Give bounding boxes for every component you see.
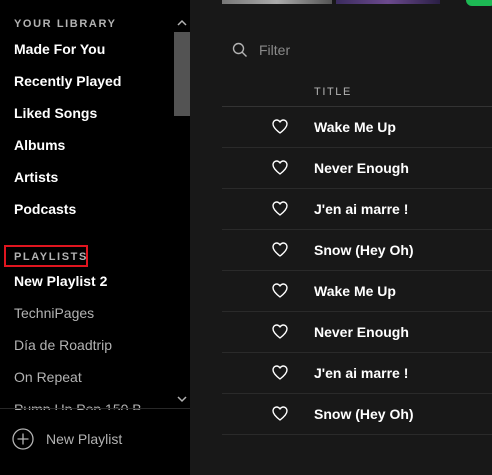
track-row[interactable]: Snow (Hey Oh) <box>222 230 492 271</box>
playlist-item-on-repeat[interactable]: On Repeat <box>14 369 82 385</box>
playlists-header: PLAYLISTS <box>14 251 88 263</box>
track-row[interactable]: Wake Me Up <box>222 271 492 312</box>
track-title: Never Enough <box>314 160 409 176</box>
filter-input[interactable] <box>257 41 441 59</box>
playlist-item-dia-de-roadtrip[interactable]: Día de Roadtrip <box>14 337 112 353</box>
heart-outline-icon[interactable] <box>272 201 288 216</box>
album-art-thumbnail <box>222 0 332 4</box>
sidebar-item-made-for-you[interactable]: Made For You <box>14 41 105 57</box>
chevron-down-icon[interactable] <box>176 392 188 404</box>
track-title: J'en ai marre ! <box>314 365 409 381</box>
track-title: Snow (Hey Oh) <box>314 242 414 258</box>
heart-outline-icon[interactable] <box>272 242 288 257</box>
playlist-item-technipages[interactable]: TechniPages <box>14 305 94 321</box>
spotify-window: YOUR LIBRARY Made For You Recently Playe… <box>0 0 492 475</box>
album-art-thumbnail <box>336 0 440 4</box>
sidebar-scrollbar-thumb[interactable] <box>174 32 190 116</box>
search-icon <box>232 42 247 57</box>
sidebar-item-podcasts[interactable]: Podcasts <box>14 201 76 217</box>
playlist-item-new-playlist-2[interactable]: New Playlist 2 <box>14 273 107 289</box>
sidebar-item-liked-songs[interactable]: Liked Songs <box>14 105 97 121</box>
new-playlist-button[interactable]: New Playlist <box>12 427 122 451</box>
track-title: J'en ai marre ! <box>314 201 409 217</box>
track-row[interactable]: Never Enough <box>222 312 492 353</box>
main-content: TITLE Wake Me Up Never Enough J'en ai marr… <box>190 0 492 475</box>
heart-outline-icon[interactable] <box>272 283 288 298</box>
heart-outline-icon[interactable] <box>272 119 288 134</box>
sidebar: YOUR LIBRARY Made For You Recently Playe… <box>0 0 190 475</box>
heart-outline-icon[interactable] <box>272 406 288 421</box>
track-row[interactable]: Wake Me Up <box>222 107 492 148</box>
sidebar-item-recently-played[interactable]: Recently Played <box>14 73 121 89</box>
track-row[interactable]: J'en ai marre ! <box>222 353 492 394</box>
sidebar-scroll-area[interactable]: YOUR LIBRARY Made For You Recently Playe… <box>0 0 190 410</box>
heart-outline-icon[interactable] <box>272 365 288 380</box>
sidebar-divider <box>0 408 190 409</box>
new-playlist-label: New Playlist <box>46 431 123 447</box>
heart-outline-icon[interactable] <box>272 160 288 175</box>
track-row[interactable]: J'en ai marre ! <box>222 189 492 230</box>
track-title: Never Enough <box>314 324 409 340</box>
chevron-up-icon[interactable] <box>176 16 188 28</box>
heart-outline-icon[interactable] <box>272 324 288 339</box>
sidebar-item-artists[interactable]: Artists <box>14 169 58 185</box>
plus-circle-icon <box>12 428 34 450</box>
filter-box[interactable] <box>232 40 441 60</box>
library-header: YOUR LIBRARY <box>14 18 117 30</box>
track-title: Wake Me Up <box>314 119 396 135</box>
track-row[interactable]: Snow (Hey Oh) <box>222 394 492 435</box>
track-row[interactable]: Never Enough <box>222 148 492 189</box>
sidebar-item-albums[interactable]: Albums <box>14 137 65 153</box>
column-header-title[interactable]: TITLE <box>314 86 352 98</box>
track-title: Snow (Hey Oh) <box>314 406 414 422</box>
track-title: Wake Me Up <box>314 283 396 299</box>
play-button[interactable] <box>466 0 492 6</box>
